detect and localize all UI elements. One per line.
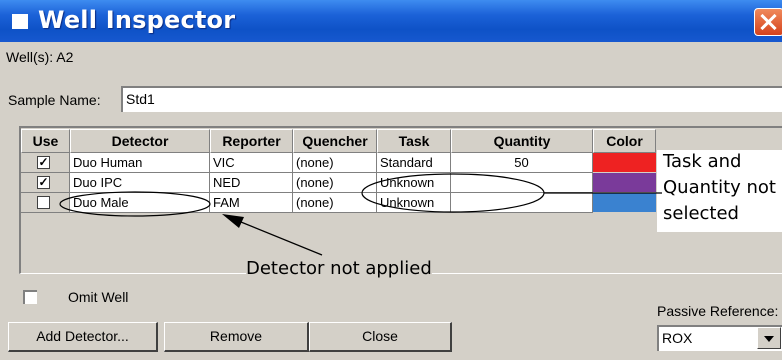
detector-highlight-ellipse [59,191,211,217]
chevron-down-icon[interactable] [757,327,781,349]
passive-reference-label: Passive Reference: [657,303,779,319]
omit-well-checkbox[interactable] [23,290,37,304]
close-button[interactable]: Close [309,322,452,352]
well-inspector-window: Well Inspector Well(s): A2 Sample Name: … [0,0,782,360]
omit-well-label: Omit Well [68,289,129,305]
callout-arrow-line [235,219,323,256]
arrow-head-icon [222,214,244,228]
task-quantity-highlight-ellipse [361,173,545,213]
add-detector-button[interactable]: Add Detector... [8,322,158,352]
remove-button[interactable]: Remove [164,322,309,352]
